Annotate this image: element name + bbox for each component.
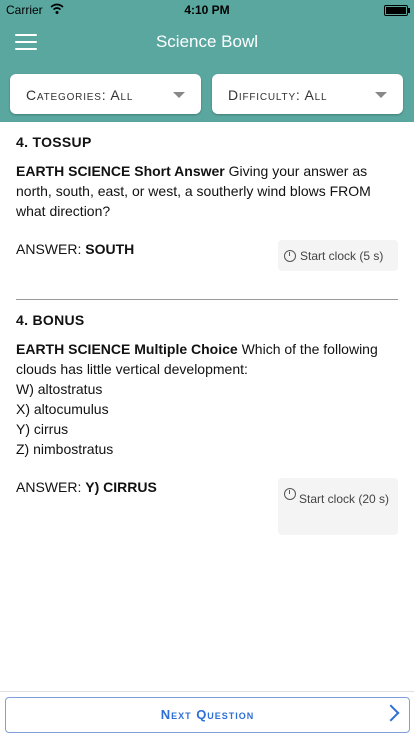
bonus-answer-prefix: ANSWER: <box>16 479 86 495</box>
status-bar: Carrier 4:10 PM <box>0 0 414 20</box>
tossup-start-clock-button[interactable]: Start clock (5 s) <box>278 240 398 271</box>
bonus-heading: 4. BONUS <box>16 312 85 328</box>
bonus-category: EARTH SCIENCE Multiple Choice <box>16 341 238 357</box>
tossup-category: EARTH SCIENCE Short Answer <box>16 163 225 179</box>
tossup-answer-prefix: ANSWER: <box>16 241 86 257</box>
categories-dropdown[interactable]: Categories: All <box>10 74 201 114</box>
tossup-answer-value: SOUTH <box>85 241 135 257</box>
clock-icon <box>284 250 296 262</box>
next-question-button[interactable]: Next Question <box>5 697 410 733</box>
tossup-heading: 4. TOSSUP <box>16 134 92 150</box>
categories-label: Categories: All <box>26 87 134 103</box>
tossup-clock-label: Start clock (5 s) <box>300 249 384 263</box>
next-question-label: Next Question <box>160 707 255 722</box>
bonus-clock-label: Start clock (20 s) <box>298 492 390 506</box>
chevron-down-icon <box>173 92 185 98</box>
bonus-choice: X) altocumulus <box>16 401 109 417</box>
difficulty-label: Difficulty: All <box>228 87 328 103</box>
clock-icon <box>284 488 296 500</box>
footer-divider <box>0 691 414 692</box>
bonus-start-clock-button[interactable]: Start clock (20 s) <box>278 478 398 535</box>
status-time: 4:10 PM <box>184 3 230 17</box>
bonus-answer-value: Y) CIRRUS <box>85 479 157 495</box>
bonus-question: 4. BONUS EARTH SCIENCE Multiple Choice W… <box>16 312 398 495</box>
divider <box>16 299 398 300</box>
tossup-question: 4. TOSSUP EARTH SCIENCE Short Answer Giv… <box>16 134 398 257</box>
page-title: Science Bowl <box>155 32 259 51</box>
tossup-text: EARTH SCIENCE Short Answer Giving your a… <box>16 161 398 221</box>
bonus-text: EARTH SCIENCE Multiple Choice Which of t… <box>16 339 398 379</box>
bonus-choice: Y) cirrus <box>16 421 69 437</box>
filter-bar: Categories: All Difficulty: All <box>0 64 414 122</box>
bonus-choice: Z) nimbostratus <box>16 441 114 457</box>
chevron-down-icon <box>375 92 387 98</box>
nav-bar: Science Bowl <box>0 20 414 64</box>
battery-icon <box>384 5 410 16</box>
difficulty-dropdown[interactable]: Difficulty: All <box>212 74 403 114</box>
bonus-choice: W) altostratus <box>16 381 103 397</box>
